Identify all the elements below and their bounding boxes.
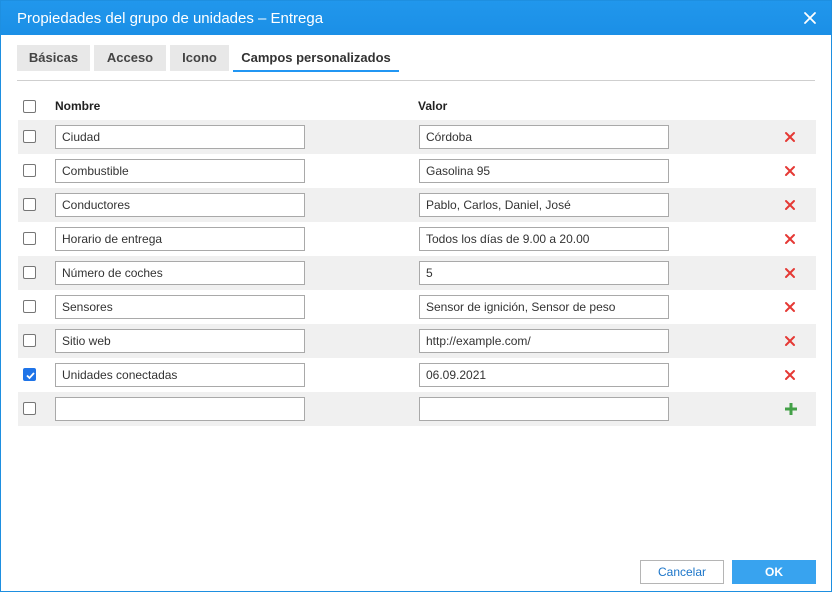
table-row: Ciudad Córdoba — [18, 120, 816, 154]
row-checkbox[interactable] — [23, 334, 36, 347]
table-row: Sitio web http://example.com/ — [18, 324, 816, 358]
x-icon — [785, 268, 795, 278]
delete-row-button[interactable] — [784, 301, 796, 313]
field-value-input[interactable]: 06.09.2021 — [419, 363, 669, 387]
row-checkbox[interactable] — [23, 402, 36, 415]
column-header-name: Nombre — [55, 99, 101, 113]
field-name-input[interactable]: Unidades conectadas — [55, 363, 305, 387]
row-checkbox[interactable] — [23, 300, 36, 313]
close-icon — [804, 12, 816, 24]
tabs-divider — [17, 80, 815, 81]
x-icon — [785, 166, 795, 176]
delete-row-button[interactable] — [784, 165, 796, 177]
add-row-button[interactable] — [783, 401, 799, 417]
tab-campos-personalizados[interactable]: Campos personalizados — [233, 45, 399, 72]
field-value-input[interactable]: Todos los días de 9.00 a 20.00 — [419, 227, 669, 251]
close-button[interactable] — [801, 9, 819, 27]
new-field-value-input[interactable] — [419, 397, 669, 421]
delete-row-button[interactable] — [784, 335, 796, 347]
delete-row-button[interactable] — [784, 233, 796, 245]
field-value-input[interactable]: Pablo, Carlos, Daniel, José — [419, 193, 669, 217]
row-checkbox[interactable] — [23, 198, 36, 211]
row-checkbox[interactable] — [23, 368, 36, 381]
column-header-value: Valor — [418, 99, 448, 113]
delete-row-button[interactable] — [784, 199, 796, 211]
field-value-input[interactable]: 5 — [419, 261, 669, 285]
dialog-title: Propiedades del grupo de unidades – Entr… — [17, 10, 324, 27]
field-name-input[interactable]: Número de coches — [55, 261, 305, 285]
plus-icon — [785, 403, 797, 415]
x-icon — [785, 132, 795, 142]
x-icon — [785, 302, 795, 312]
row-checkbox[interactable] — [23, 232, 36, 245]
select-all-checkbox[interactable] — [23, 100, 36, 113]
x-icon — [785, 370, 795, 380]
delete-row-button[interactable] — [784, 267, 796, 279]
delete-row-button[interactable] — [784, 369, 796, 381]
table-row: Combustible Gasolina 95 — [18, 154, 816, 188]
table-row: Número de coches 5 — [18, 256, 816, 290]
field-value-input[interactable]: http://example.com/ — [419, 329, 669, 353]
field-name-input[interactable]: Ciudad — [55, 125, 305, 149]
ok-button[interactable]: OK — [732, 560, 816, 584]
row-checkbox[interactable] — [23, 164, 36, 177]
field-name-input[interactable]: Sitio web — [55, 329, 305, 353]
dialog-titlebar: Propiedades del grupo de unidades – Entr… — [1, 1, 831, 35]
x-icon — [785, 336, 795, 346]
cancel-button[interactable]: Cancelar — [640, 560, 724, 584]
field-value-input[interactable]: Córdoba — [419, 125, 669, 149]
field-value-input[interactable]: Sensor de ignición, Sensor de peso — [419, 295, 669, 319]
field-name-input[interactable]: Combustible — [55, 159, 305, 183]
table-row: Conductores Pablo, Carlos, Daniel, José — [18, 188, 816, 222]
table-row: Horario de entrega Todos los días de 9.0… — [18, 222, 816, 256]
field-value-input[interactable]: Gasolina 95 — [419, 159, 669, 183]
tab-basicas[interactable]: Básicas — [17, 45, 90, 71]
table-header: Nombre Valor — [18, 93, 816, 119]
tab-icono[interactable]: Icono — [170, 45, 229, 71]
field-name-input[interactable]: Conductores — [55, 193, 305, 217]
properties-dialog: Propiedades del grupo de unidades – Entr… — [0, 0, 832, 592]
new-field-name-input[interactable] — [55, 397, 305, 421]
new-field-row — [18, 392, 816, 426]
tab-acceso[interactable]: Acceso — [94, 45, 166, 71]
field-name-input[interactable]: Horario de entrega — [55, 227, 305, 251]
delete-row-button[interactable] — [784, 131, 796, 143]
x-icon — [785, 234, 795, 244]
row-checkbox[interactable] — [23, 130, 36, 143]
table-row: Unidades conectadas 06.09.2021 — [18, 358, 816, 392]
row-checkbox[interactable] — [23, 266, 36, 279]
x-icon — [785, 200, 795, 210]
table-row: Sensores Sensor de ignición, Sensor de p… — [18, 290, 816, 324]
field-name-input[interactable]: Sensores — [55, 295, 305, 319]
